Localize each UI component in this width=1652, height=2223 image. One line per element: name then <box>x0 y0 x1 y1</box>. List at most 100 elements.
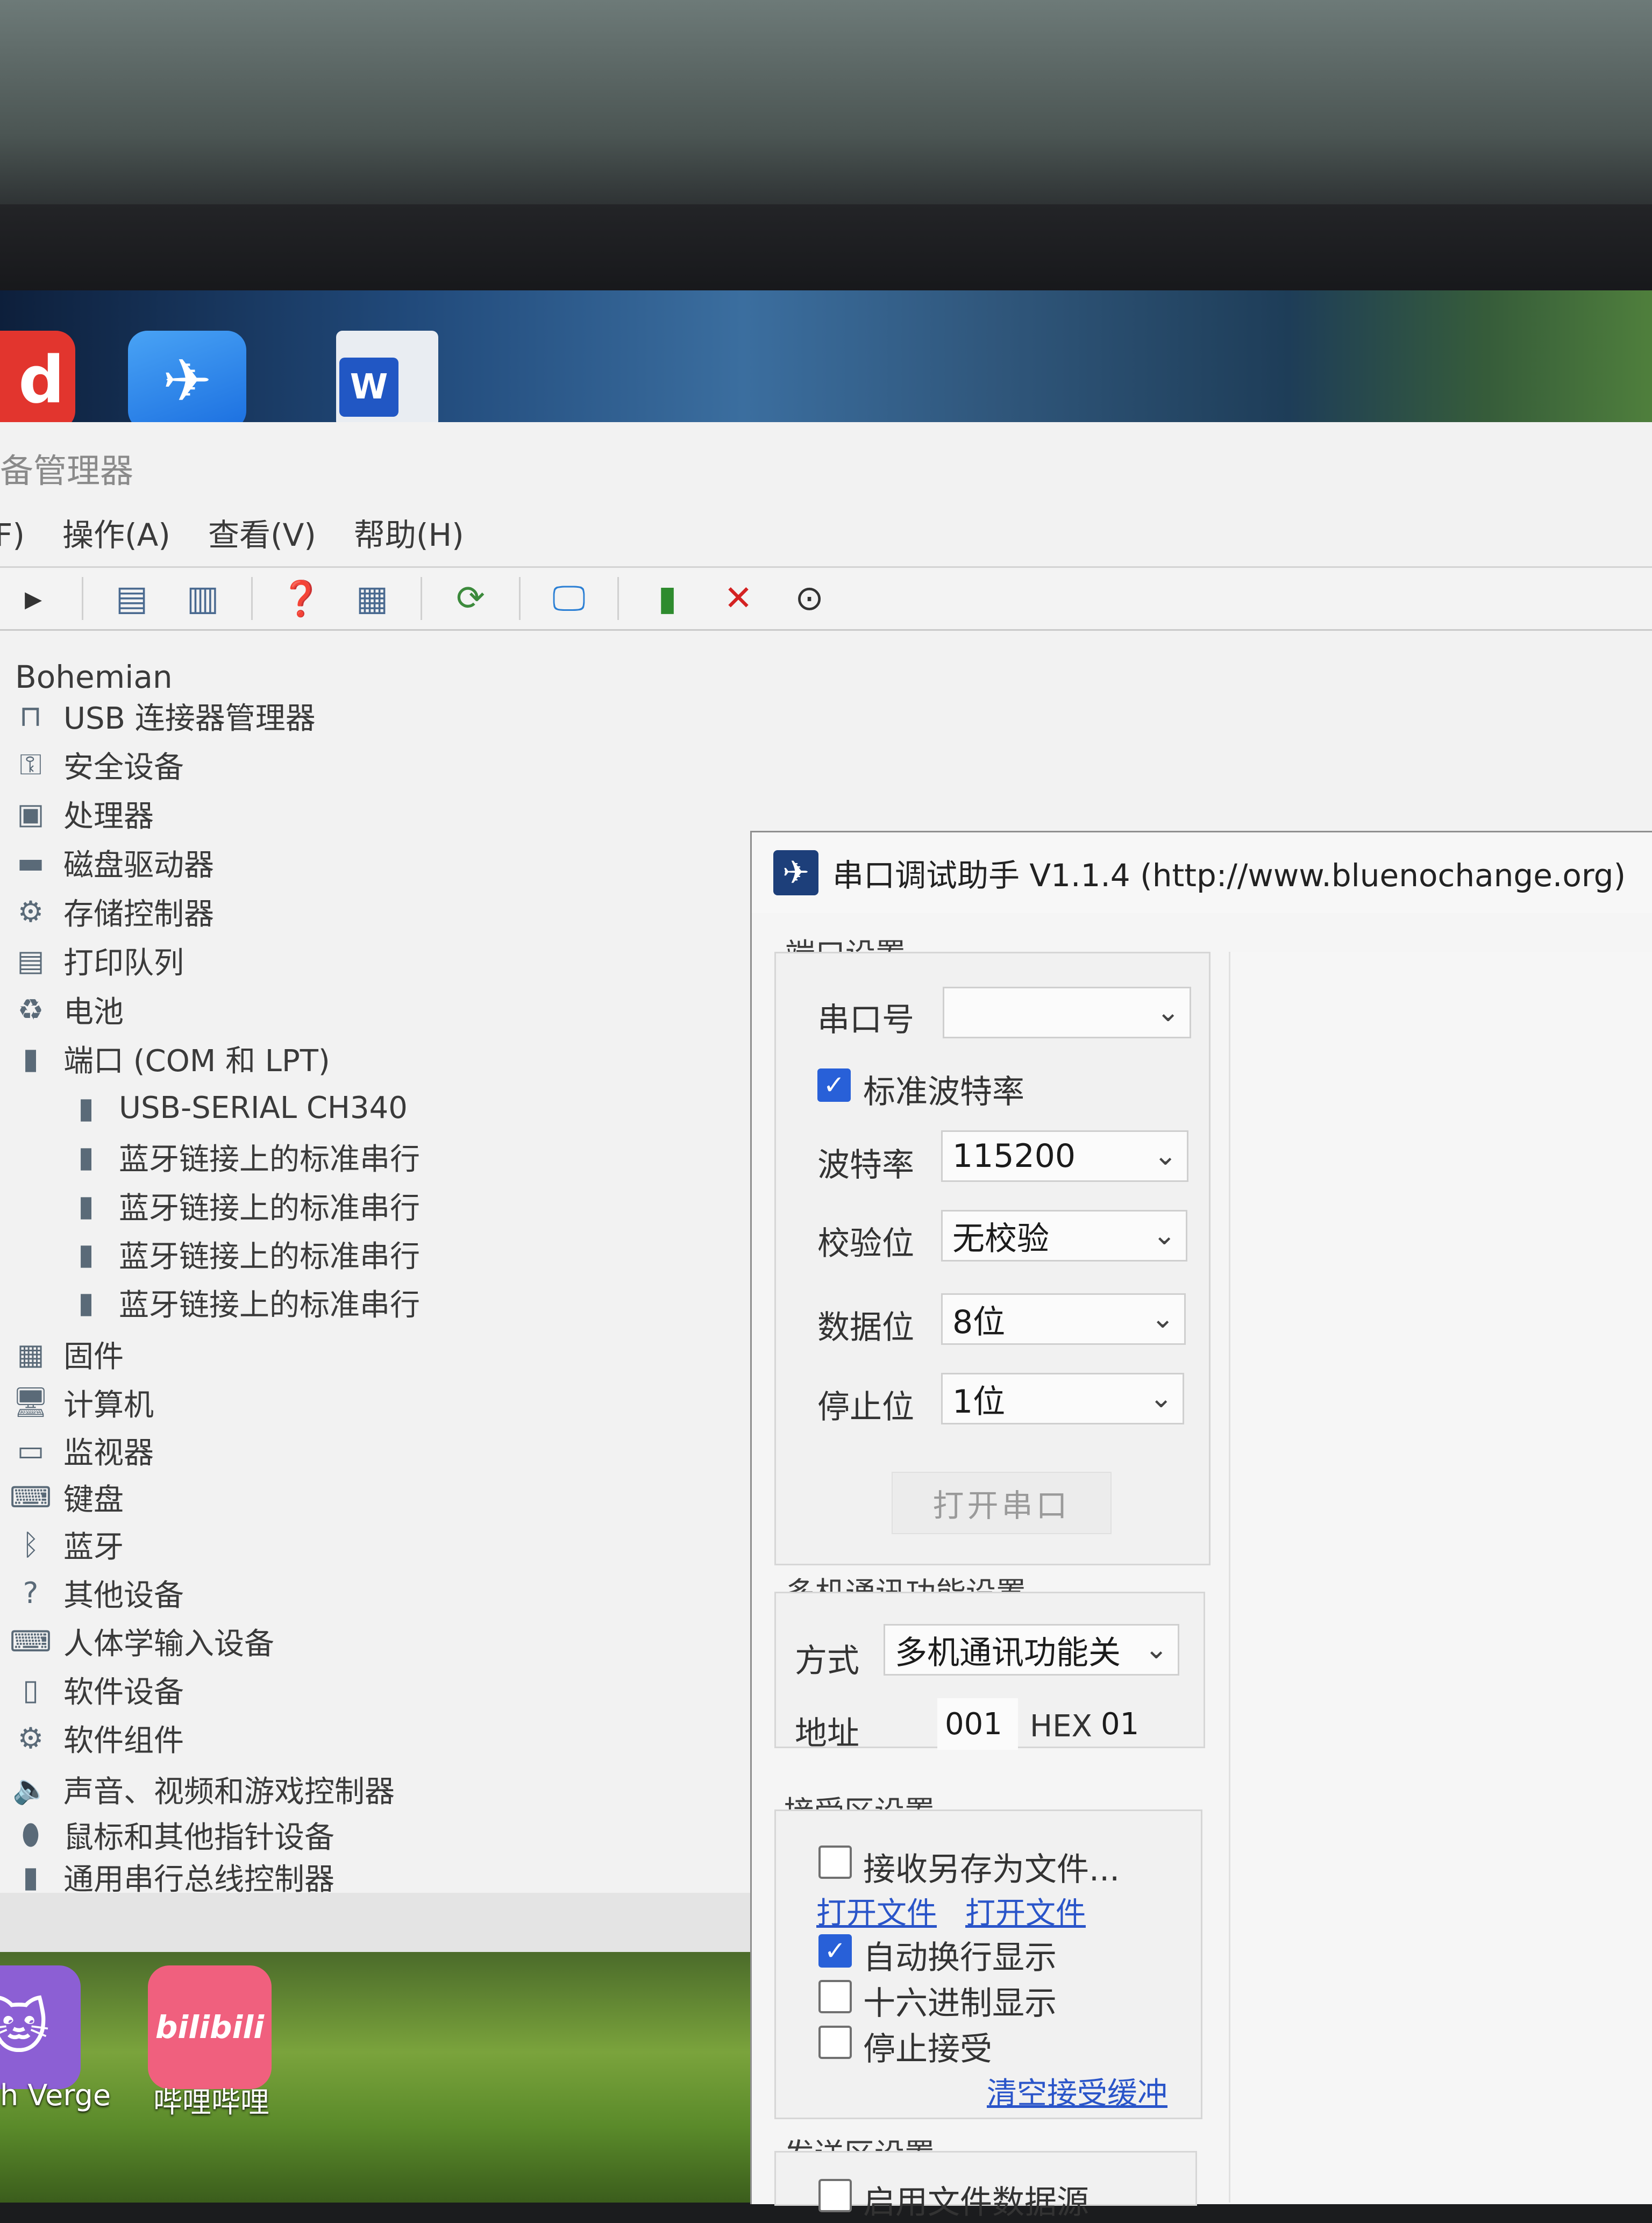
tree-category-item[interactable]: ⚿ 安全设备 <box>12 742 184 787</box>
open-file-link-2[interactable]: 打开文件 <box>965 1889 1086 1933</box>
tree-item-label: 蓝牙链接上的标准串行 <box>119 1142 420 1177</box>
tree-root[interactable]: Bohemian <box>15 659 173 695</box>
parity-label: 校验位 <box>817 1225 914 1263</box>
monitor-bezel <box>0 204 1652 301</box>
port-number-select[interactable]: ⌄ <box>943 987 1191 1038</box>
menu-bar: F) 操作(A) 查看(V) 帮助(H) <box>0 511 502 559</box>
tree-item-label: 鼠标和其他指针设备 <box>63 1820 334 1855</box>
standard-baud-checkbox[interactable]: ✓ <box>817 1068 851 1102</box>
tree-category-item[interactable]: ⌨ 键盘 <box>10 1474 124 1520</box>
stop-bits-select[interactable]: 1位 ⌄ <box>941 1373 1184 1424</box>
stop-receive-label: 停止接受 <box>863 2030 992 2068</box>
window-title: 备管理器 <box>0 451 134 490</box>
tree-child-item[interactable]: ▮ 蓝牙链接上的标准串行 <box>67 1183 420 1228</box>
address-label: 地址 <box>795 1715 859 1752</box>
tree-child-item[interactable]: ▮ 蓝牙链接上的标准串行 <box>67 1231 420 1277</box>
auto-wrap-checkbox[interactable]: ✓ <box>818 1934 852 1968</box>
tree-item-label: 软件组件 <box>63 1723 184 1758</box>
tree-item-label: 声音、视频和游戏控制器 <box>63 1774 395 1809</box>
tree-category-item[interactable]: ▮ 端口 (COM 和 LPT) <box>12 1036 330 1081</box>
tree-category-item[interactable]: 🖥 计算机 <box>12 1380 154 1425</box>
tree-category-item[interactable]: ▤ 打印队列 <box>12 938 184 983</box>
bilibili-app-icon[interactable]: bilibili <box>148 1965 272 2089</box>
tree-category-item[interactable]: ᛒ 蓝牙 <box>12 1522 124 1567</box>
horizontal-scrollbar[interactable] <box>0 1893 753 1952</box>
clear-receive-buffer-link[interactable]: 清空接受缓冲 <box>987 2069 1167 2113</box>
tree-category-item[interactable]: ▯ 软件设备 <box>12 1667 184 1712</box>
tree-category-item[interactable]: ⚙ 存储控制器 <box>12 889 214 934</box>
baud-rate-select[interactable]: 115200 ⌄ <box>941 1130 1188 1182</box>
menu-view[interactable]: 查看(V) <box>208 511 316 559</box>
monitor-icon: ▭ <box>17 1433 45 1467</box>
stop-receive-checkbox[interactable] <box>818 2026 852 2059</box>
monitor-icon[interactable]: 🖵 <box>546 576 592 621</box>
port-device-icon: ▮ <box>78 1285 94 1320</box>
hex-display-label: 十六进制显示 <box>863 1985 1057 2022</box>
tree-category-item[interactable]: ▭ 监视器 <box>12 1428 154 1473</box>
menu-action[interactable]: 操作(A) <box>62 511 170 559</box>
tree-item-label: 其他设备 <box>63 1578 184 1613</box>
tree-item-label: 安全设备 <box>63 750 184 785</box>
data-bits-label: 数据位 <box>817 1309 914 1346</box>
view-icon[interactable]: ▦ <box>350 576 395 621</box>
receive-area[interactable] <box>1229 952 1652 2203</box>
tree-category-item[interactable]: ⊓ USB 连接器管理器 <box>12 693 316 738</box>
tree-item-label: 计算机 <box>63 1387 154 1423</box>
bird-app-icon[interactable]: ✈ <box>128 331 246 430</box>
tree-item-label: 电池 <box>63 994 124 1030</box>
tree-category-item[interactable]: ▬ 磁盘驱动器 <box>12 840 214 885</box>
chevron-down-icon: ⌄ <box>1149 1382 1173 1414</box>
keyboard-icon: ⌨ <box>10 1480 52 1514</box>
menu-file[interactable]: F) <box>0 511 25 559</box>
open-port-button[interactable]: 打开串口 <box>892 1472 1112 1534</box>
help-icon[interactable]: ❓ <box>279 576 324 621</box>
serial-window-title: 串口调试助手 V1.1.4 (http://www.bluenochange.o… <box>832 857 1626 894</box>
port-icon: ▮ <box>23 1041 39 1075</box>
tree-category-item[interactable]: ♻ 电池 <box>12 987 124 1032</box>
menu-help[interactable]: 帮助(H) <box>354 511 464 559</box>
tree-child-item[interactable]: ▮ 蓝牙链接上的标准串行 <box>67 1280 420 1325</box>
computer-icon: 🖥 <box>12 1385 49 1419</box>
hex-display-checkbox[interactable] <box>818 1980 852 2013</box>
disk-icon: ▬ <box>17 845 45 880</box>
standard-baud-label: 标准波特率 <box>863 1073 1024 1111</box>
tree-child-item[interactable]: ▮ USB-SERIAL CH340 <box>67 1085 408 1130</box>
mode-select[interactable]: 多机通讯功能关 ⌄ <box>884 1624 1179 1676</box>
use-file-source-checkbox[interactable] <box>818 2179 852 2212</box>
address-input[interactable]: 001 <box>937 1698 1018 1750</box>
tree-category-item[interactable]: ▣ 处理器 <box>12 791 154 836</box>
tree-category-item[interactable]: ▦ 固件 <box>12 1331 124 1377</box>
red-app-icon[interactable]: d <box>0 331 75 430</box>
port-device-icon: ▮ <box>78 1237 94 1271</box>
document-icon[interactable]: ▥ <box>180 576 225 621</box>
back-icon[interactable]: ▸ <box>11 576 56 621</box>
uninstall-icon[interactable]: ✕ <box>716 576 761 621</box>
tree-child-item[interactable]: ▮ 蓝牙链接上的标准串行 <box>67 1134 420 1179</box>
update-driver-icon[interactable]: ▮ <box>645 576 690 621</box>
tree-item-label: 蓝牙链接上的标准串行 <box>119 1191 420 1226</box>
tree-item-label: 处理器 <box>63 799 154 834</box>
tree-category-item[interactable]: ⌨ 人体学输入设备 <box>10 1619 274 1664</box>
tree-category-item[interactable]: ⬮ 鼠标和其他指针设备 <box>12 1812 334 1857</box>
tree-category-item[interactable]: 🔈 声音、视频和游戏控制器 <box>12 1766 395 1812</box>
verge-app-icon[interactable]: 🐱 <box>0 1965 81 2089</box>
tree-category-item[interactable]: ⚙ 软件组件 <box>12 1715 184 1761</box>
save-to-file-label: 接收另存为文件... <box>863 1851 1120 1889</box>
usb-icon: ⊓ <box>19 699 42 733</box>
word-document-icon[interactable]: W <box>336 331 438 428</box>
parity-select[interactable]: 无校验 ⌄ <box>941 1210 1187 1262</box>
download-icon[interactable]: ⊙ <box>787 576 832 621</box>
serial-app-icon: ✈ <box>773 850 818 895</box>
toolbar-separator <box>82 577 83 620</box>
save-to-file-checkbox[interactable] <box>818 1846 852 1879</box>
scan-icon[interactable]: ⟳ <box>448 576 493 621</box>
tree-item-label: USB-SERIAL CH340 <box>119 1090 408 1125</box>
open-file-link-1[interactable]: 打开文件 <box>816 1889 937 1933</box>
toolbar-separator <box>251 577 253 620</box>
properties-icon[interactable]: ▤ <box>109 576 154 621</box>
data-bits-select[interactable]: 8位 ⌄ <box>941 1293 1186 1345</box>
baud-rate-label: 波特率 <box>817 1146 914 1184</box>
auto-wrap-label: 自动换行显示 <box>863 1939 1057 1977</box>
tree-category-item[interactable]: ? 其他设备 <box>12 1570 184 1615</box>
tree-item-label: 通用串行总线控制器 <box>63 1862 334 1897</box>
